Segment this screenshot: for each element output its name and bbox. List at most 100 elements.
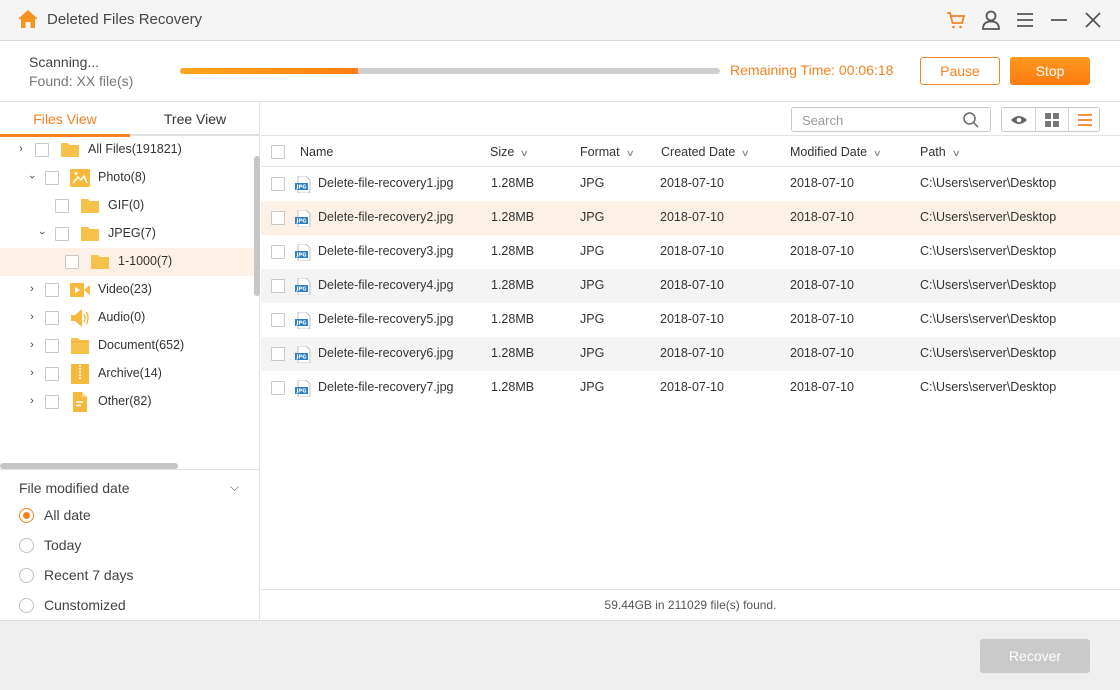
chevron-right-icon[interactable]: › (15, 143, 27, 155)
tree-vertical-scrollbar[interactable] (254, 156, 260, 296)
table-row[interactable]: JPG Delete-file-recovery1.jpg 1.28MB JPG 201… (261, 167, 1120, 201)
search-icon[interactable] (962, 111, 980, 129)
close-icon[interactable] (1082, 9, 1104, 31)
column-header-modified-date[interactable]: Modified Date ∨ (790, 145, 882, 159)
cell-name: Delete-file-recovery3.jpg (318, 244, 454, 258)
account-icon[interactable] (980, 9, 1002, 31)
tree-item-photo[interactable]: › Photo(8) (0, 164, 255, 192)
chevron-right-icon[interactable]: › (26, 311, 38, 323)
chevron-right-icon[interactable]: › (26, 339, 38, 351)
radio-button[interactable] (19, 598, 34, 613)
pause-button[interactable]: Pause (920, 57, 1000, 85)
column-header-format[interactable]: Format ∨ (580, 145, 635, 159)
tree-checkbox[interactable] (45, 339, 59, 353)
cell-size: 1.28MB (491, 176, 535, 190)
tree-checkbox[interactable] (45, 395, 59, 409)
menu-icon[interactable] (1014, 9, 1036, 31)
row-checkbox[interactable] (271, 279, 285, 293)
folder-icon (81, 199, 99, 213)
tree-item-archive[interactable]: › Archive(14) (0, 360, 255, 388)
row-checkbox[interactable] (271, 211, 285, 225)
chevron-right-icon[interactable]: › (26, 283, 38, 295)
cell-modified: 2018-07-10 (790, 278, 854, 292)
folder-icon (91, 255, 109, 269)
home-icon[interactable] (17, 8, 39, 30)
tab-tree-view[interactable]: Tree View (130, 102, 260, 136)
row-checkbox[interactable] (271, 313, 285, 327)
cell-format: JPG (580, 210, 605, 224)
list-view-button[interactable] (1068, 108, 1101, 131)
chevron-down-icon[interactable]: › (26, 171, 38, 183)
cart-icon[interactable] (945, 9, 967, 31)
column-header-size[interactable]: Size ∨ (490, 145, 529, 159)
table-row[interactable]: JPG Delete-file-recovery3.jpg 1.28MB JPG 201… (261, 235, 1120, 269)
cell-path: C:\Users\server\Desktop (920, 346, 1057, 360)
radio-button[interactable] (19, 508, 34, 523)
tree-item-all-files[interactable]: › All Files(191821) (0, 136, 255, 164)
radio-button[interactable] (19, 538, 34, 553)
cell-created: 2018-07-10 (660, 210, 724, 224)
cell-name: Delete-file-recovery5.jpg (318, 312, 454, 326)
chevron-right-icon[interactable]: › (26, 395, 38, 407)
column-header-name[interactable]: Name (300, 145, 333, 159)
row-checkbox[interactable] (271, 347, 285, 361)
table-row[interactable]: JPG Delete-file-recovery2.jpg 1.28MB JPG 201… (261, 201, 1120, 235)
svg-text:JPG: JPG (296, 389, 307, 395)
scan-progress-fill (180, 68, 359, 74)
tree-checkbox[interactable] (35, 143, 49, 157)
table-row[interactable]: JPG Delete-file-recovery5.jpg 1.28MB JPG 201… (261, 303, 1120, 337)
row-checkbox[interactable] (271, 177, 285, 191)
search-input[interactable] (802, 111, 962, 129)
cell-format: JPG (580, 278, 605, 292)
jpg-file-icon: JPG (295, 278, 311, 295)
tree-checkbox[interactable] (45, 311, 59, 325)
cell-format: JPG (580, 380, 605, 394)
footer-bar: Recover (0, 620, 1120, 690)
tree-checkbox[interactable] (65, 255, 79, 269)
tree-checkbox[interactable] (55, 227, 69, 241)
radio-button[interactable] (19, 568, 34, 583)
tree-checkbox[interactable] (55, 199, 69, 213)
column-header-created-date[interactable]: Created Date ∨ (661, 145, 750, 159)
cell-path: C:\Users\server\Desktop (920, 176, 1057, 190)
tree-item-other[interactable]: › Other(82) (0, 388, 255, 416)
list-toolbar (261, 102, 1120, 136)
minimize-icon[interactable] (1048, 9, 1070, 31)
chevron-down-icon[interactable]: › (36, 227, 48, 239)
table-header: Name Size ∨ Format ∨ Created Date ∨ Modifie… (261, 136, 1120, 167)
archive-icon (71, 364, 89, 384)
recover-button[interactable]: Recover (980, 639, 1090, 673)
table-row[interactable]: JPG Delete-file-recovery6.jpg 1.28MB JPG 201… (261, 337, 1120, 371)
tree-item-gif[interactable]: GIF(0) (0, 192, 255, 220)
scan-progress-bar (180, 68, 720, 74)
chevron-down-icon[interactable]: ⌵ (230, 480, 239, 495)
tree-item-document[interactable]: › Document(652) (0, 332, 255, 360)
stop-button[interactable]: Stop (1010, 57, 1090, 85)
grid-view-button[interactable] (1035, 108, 1068, 131)
cell-created: 2018-07-10 (660, 312, 724, 326)
cell-size: 1.28MB (491, 312, 535, 326)
row-checkbox[interactable] (271, 245, 285, 259)
column-header-path[interactable]: Path ∨ (920, 145, 961, 159)
tree-item-jpeg[interactable]: › JPEG(7) (0, 220, 255, 248)
chevron-right-icon[interactable]: › (26, 367, 38, 379)
svg-text:JPG: JPG (296, 219, 307, 225)
found-count-text: Found: XX file(s) (29, 73, 134, 89)
row-checkbox[interactable] (271, 381, 285, 395)
table-row[interactable]: JPG Delete-file-recovery7.jpg 1.28MB JPG 201… (261, 371, 1120, 405)
tree-item-audio[interactable]: › Audio(0) (0, 304, 255, 332)
cell-path: C:\Users\server\Desktop (920, 312, 1057, 326)
preview-view-button[interactable] (1002, 108, 1035, 131)
tree-checkbox[interactable] (45, 171, 59, 185)
tree-checkbox[interactable] (45, 367, 59, 381)
tree-item-video[interactable]: › Video(23) (0, 276, 255, 304)
audio-icon (71, 309, 89, 327)
tree-item-1-1000[interactable]: 1-1000(7) (0, 248, 255, 276)
table-row[interactable]: JPG Delete-file-recovery4.jpg 1.28MB JPG 201… (261, 269, 1120, 303)
tree-checkbox[interactable] (45, 283, 59, 297)
tab-files-view[interactable]: Files View (0, 102, 130, 137)
view-mode-switcher (1001, 107, 1100, 132)
cell-modified: 2018-07-10 (790, 244, 854, 258)
select-all-checkbox[interactable] (271, 145, 285, 159)
svg-text:JPG: JPG (296, 185, 307, 191)
